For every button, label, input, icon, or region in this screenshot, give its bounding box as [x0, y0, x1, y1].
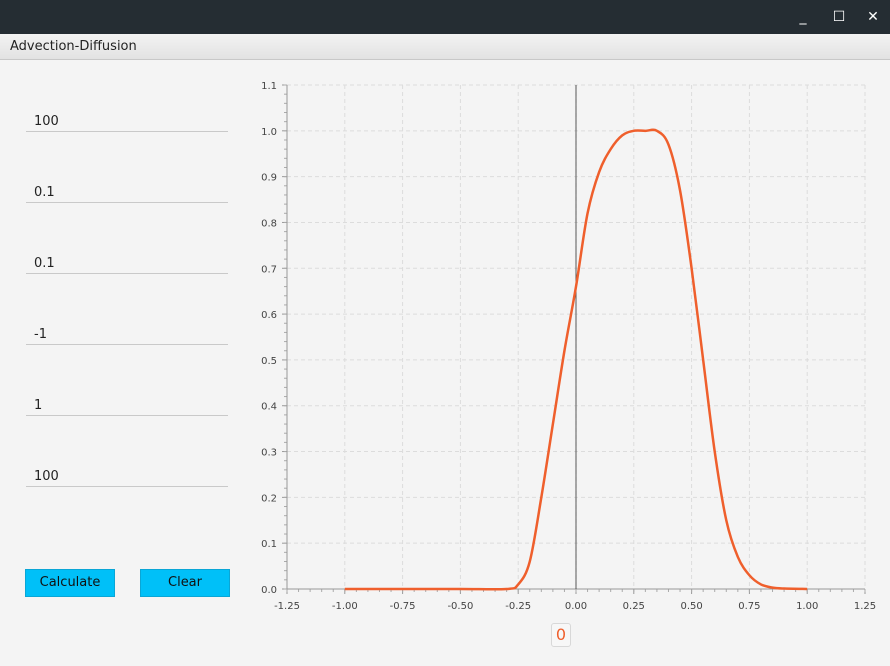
x-tick-label: 0.25: [623, 601, 645, 612]
x-tick-label: -0.50: [447, 601, 473, 612]
param-input-5[interactable]: [26, 395, 228, 416]
calculate-button[interactable]: Calculate: [25, 569, 115, 597]
x-tick-label: -0.75: [390, 601, 416, 612]
y-tick-label: 0.9: [261, 173, 277, 184]
param-field-1[interactable]: [26, 110, 228, 132]
clear-button[interactable]: Clear: [140, 569, 230, 597]
y-tick-label: 1.0: [261, 127, 277, 138]
y-tick-label: 0.1: [261, 539, 277, 550]
param-field-2[interactable]: [26, 181, 228, 203]
chart: -1.25 -1.00 -0.75 -0.50 -0.25 0.00 0.25 0.50 0.7…: [261, 81, 876, 612]
x-tick-label: -1.25: [274, 601, 300, 612]
x-tick-label: 0.75: [738, 601, 760, 612]
y-tick-label: 0.6: [261, 310, 277, 321]
app-header: Advection-Diffusion: [0, 34, 890, 60]
x-tick-label: 1.25: [854, 601, 876, 612]
param-field-5[interactable]: [26, 394, 228, 416]
param-input-3[interactable]: [26, 253, 228, 274]
window-title: Advection-Diffusion: [10, 39, 137, 54]
param-field-4[interactable]: [26, 323, 228, 345]
x-tick-label: 0.00: [565, 601, 587, 612]
param-input-4[interactable]: [26, 324, 228, 345]
param-input-2[interactable]: [26, 182, 228, 203]
param-input-6[interactable]: [26, 466, 228, 487]
param-field-3[interactable]: [26, 252, 228, 274]
param-field-6[interactable]: [26, 465, 228, 487]
y-tick-label: 0.0: [261, 585, 277, 596]
y-tick-label: 0.3: [261, 448, 277, 459]
y-tick-label: 0.7: [261, 264, 277, 275]
y-tick-label: 0.8: [261, 218, 277, 229]
chart-legend-item: 0: [551, 623, 571, 647]
minimize-icon[interactable]: _: [788, 0, 818, 34]
maximize-icon[interactable]: ☐: [824, 0, 854, 34]
param-input-1[interactable]: [26, 111, 228, 132]
x-tick-label: 1.00: [796, 601, 818, 612]
x-tick-label: 0.50: [680, 601, 702, 612]
x-tick-label: -1.00: [332, 601, 358, 612]
y-tick-label: 0.4: [261, 402, 277, 413]
y-tick-label: 0.2: [261, 493, 277, 504]
close-icon[interactable]: ✕: [858, 0, 888, 34]
window-titlebar: _ ☐ ✕: [0, 0, 890, 34]
y-tick-label: 1.1: [261, 81, 277, 92]
y-tick-label: 0.5: [261, 356, 277, 367]
x-tick-label: -0.25: [505, 601, 531, 612]
